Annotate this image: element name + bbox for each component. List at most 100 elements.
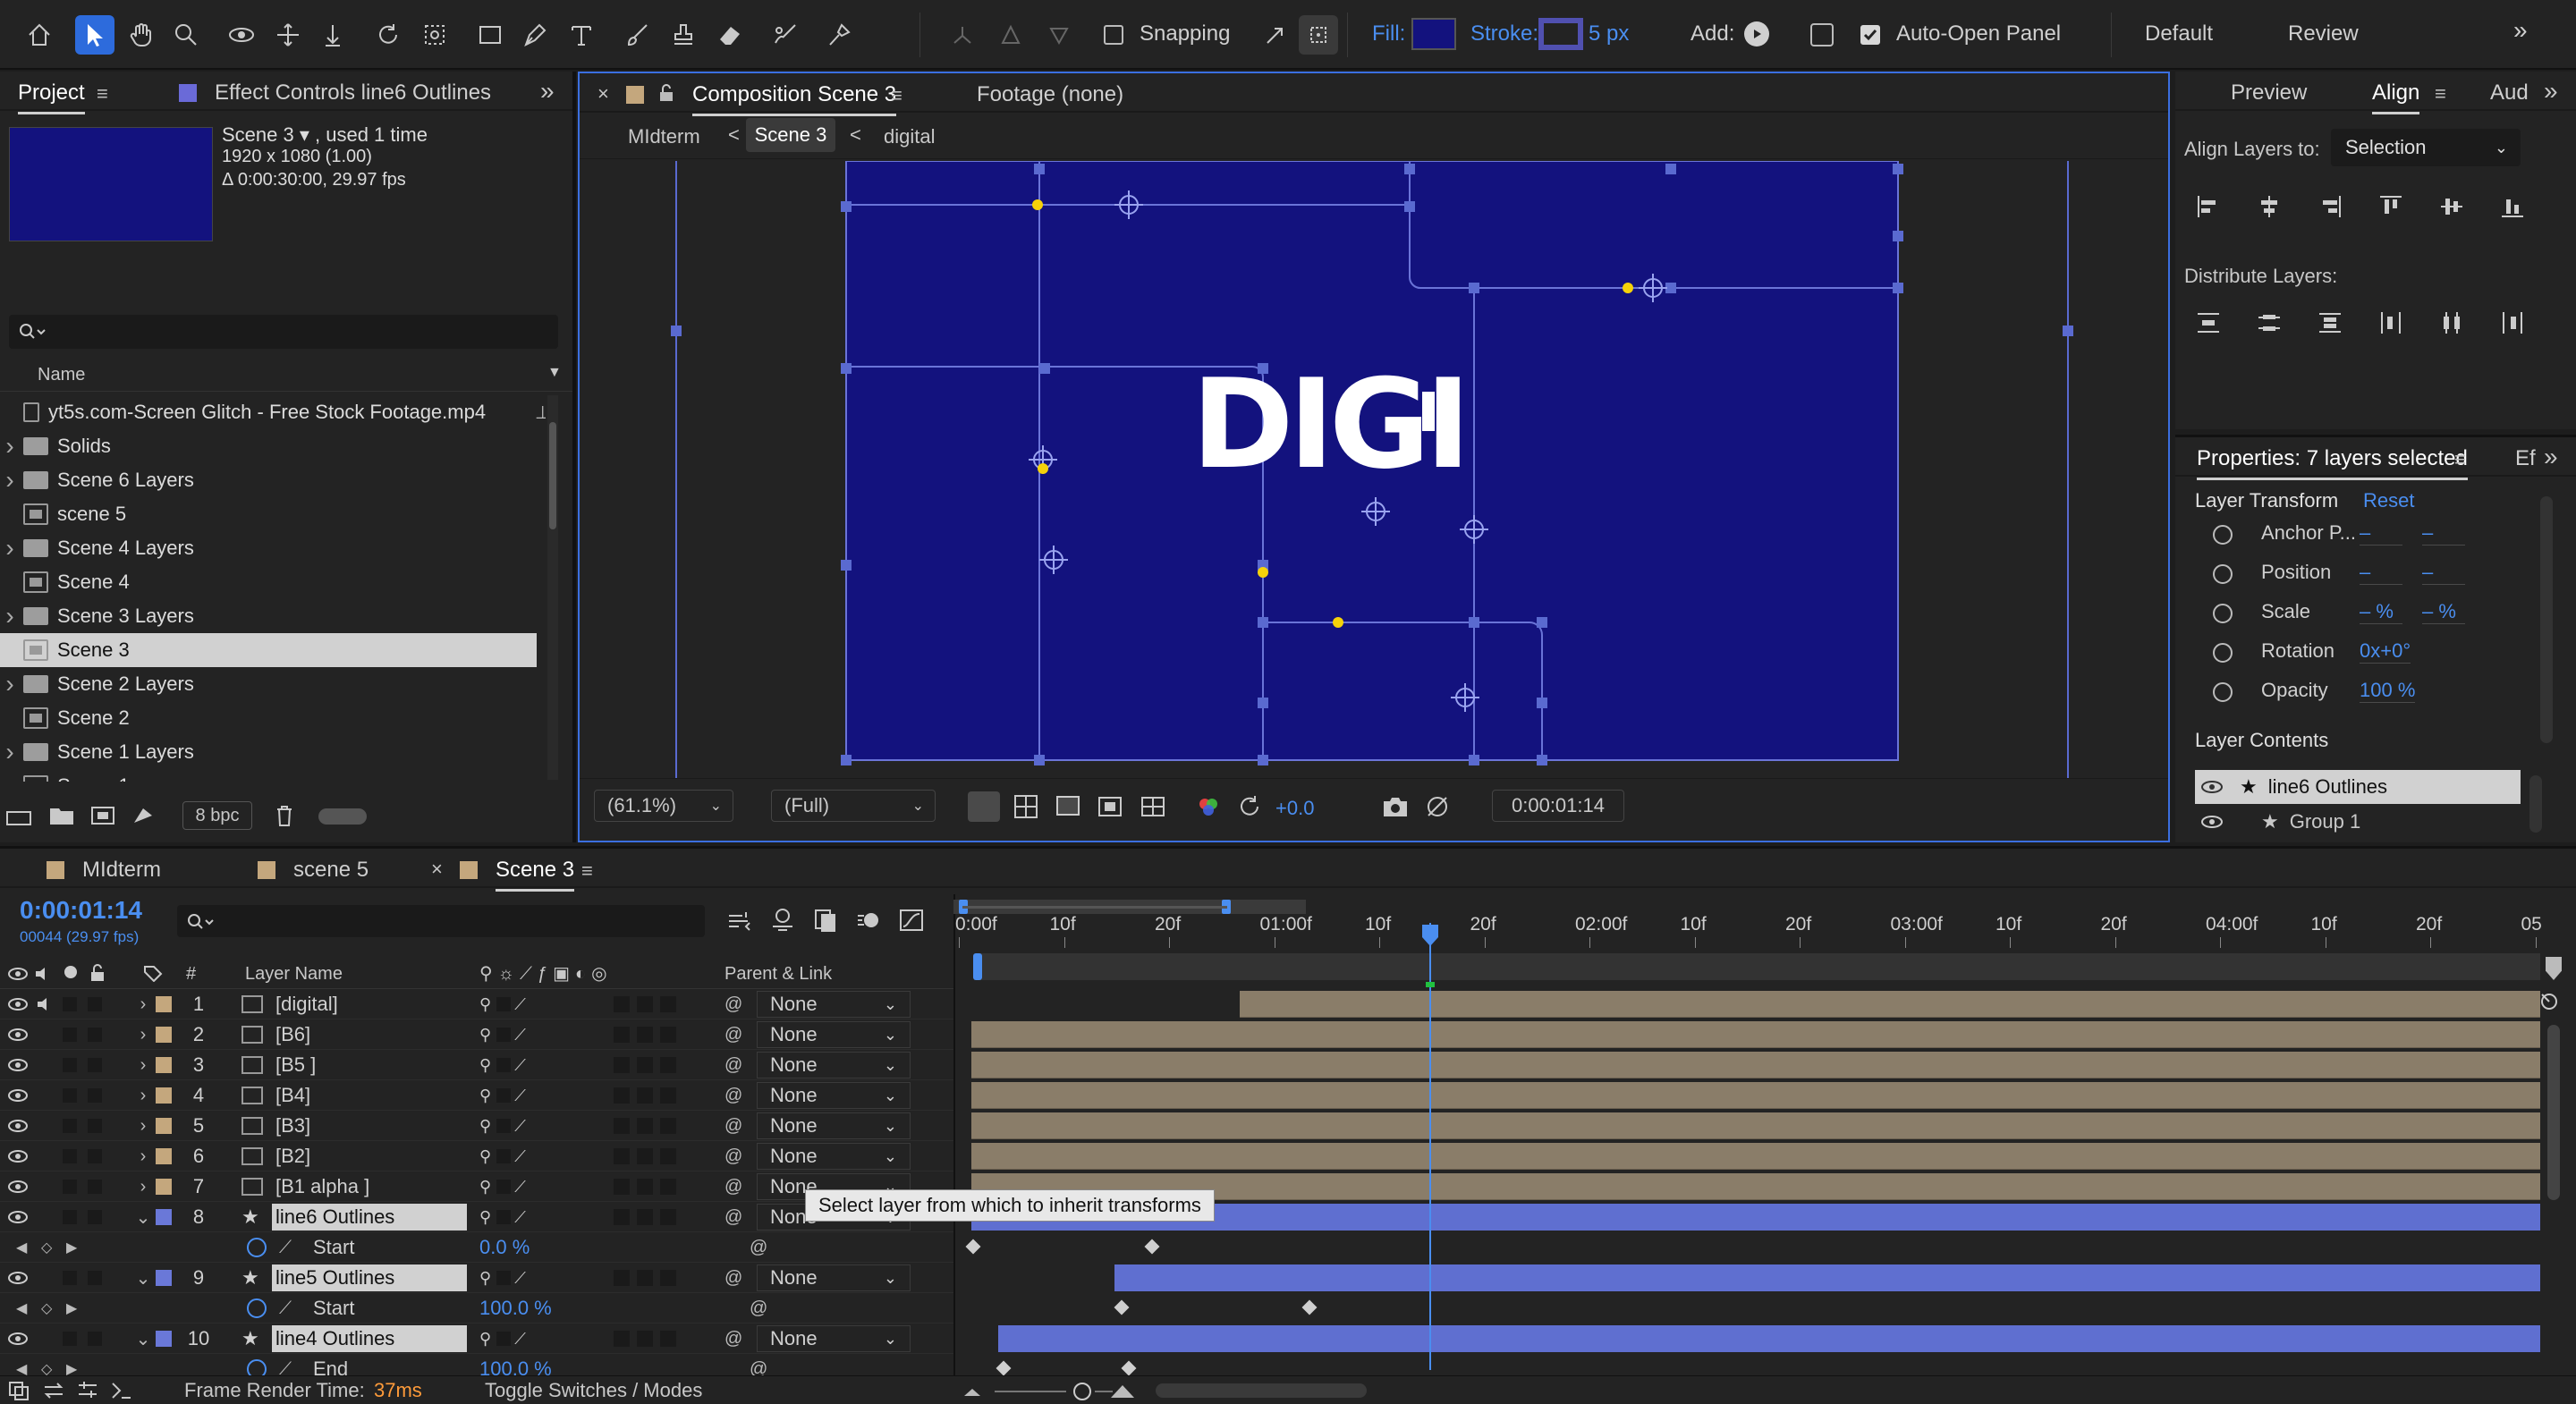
twirl-arrow-icon[interactable]: ⌄ bbox=[134, 1263, 152, 1293]
stopwatch-icon[interactable] bbox=[2213, 525, 2233, 545]
add-keyframe-icon[interactable]: ◇ bbox=[41, 1354, 52, 1375]
tab-midterm[interactable]: MIdterm bbox=[82, 858, 161, 883]
prev-keyframe-icon[interactable]: ◀ bbox=[16, 1354, 27, 1375]
project-item[interactable]: › Scene 6 Layers bbox=[0, 463, 537, 497]
layer-name[interactable]: [B2] bbox=[272, 1143, 467, 1170]
distribute-bottom-icon[interactable] bbox=[2317, 309, 2343, 336]
lock-toggle[interactable] bbox=[88, 1088, 102, 1103]
align-right-icon[interactable] bbox=[2317, 193, 2343, 220]
layer-switches[interactable]: ⚲ ⟋ bbox=[479, 1111, 528, 1141]
twirl-arrow-icon[interactable]: › bbox=[134, 1050, 152, 1080]
parent-dropdown[interactable]: None ⌄ bbox=[757, 1264, 911, 1291]
property-row[interactable]: ◀ ◇ ▶ ⟋ End 100.0 % @ bbox=[0, 1354, 953, 1375]
mode-switch-3[interactable] bbox=[660, 1027, 676, 1043]
comp-timecode[interactable]: 0:00:01:14 bbox=[1492, 790, 1624, 822]
eraser-tool-icon[interactable] bbox=[710, 15, 750, 55]
mode-switch-1[interactable] bbox=[614, 1027, 630, 1043]
snap-target-icon[interactable] bbox=[1299, 15, 1338, 55]
next-keyframe-icon[interactable]: ▶ bbox=[66, 1354, 77, 1375]
tab-menu-icon[interactable]: ≡ bbox=[97, 82, 108, 106]
solo-col-icon[interactable] bbox=[64, 966, 77, 978]
orbit-tool-icon[interactable] bbox=[222, 15, 261, 55]
expand-arrow-icon[interactable]: › bbox=[0, 670, 20, 698]
trash-icon[interactable] bbox=[274, 803, 295, 828]
track-matte-icon[interactable] bbox=[2538, 991, 2560, 1012]
region-of-interest-icon[interactable] bbox=[1097, 793, 1123, 820]
new-folder-icon[interactable] bbox=[48, 805, 75, 826]
frame-blending-icon[interactable] bbox=[812, 907, 839, 934]
label-color-swatch[interactable] bbox=[156, 1179, 172, 1195]
thumbnail-slider[interactable] bbox=[318, 808, 367, 825]
parent-dropdown[interactable]: None ⌄ bbox=[757, 1052, 911, 1078]
layer-duration-bar[interactable] bbox=[971, 1082, 2540, 1109]
pick-whip-icon[interactable]: @ bbox=[724, 1202, 742, 1232]
zoom-dropdown[interactable]: (61.1%) ⌄ bbox=[594, 790, 733, 822]
mode-switch-2[interactable] bbox=[637, 1209, 653, 1225]
add-keyframe-icon[interactable]: ◇ bbox=[41, 1232, 52, 1263]
close-tab-icon[interactable]: × bbox=[597, 82, 609, 106]
transform-prop-value[interactable]: 0x+0° bbox=[2360, 639, 2411, 664]
eye-icon-2[interactable] bbox=[2199, 812, 2225, 832]
video-col-icon[interactable] bbox=[7, 966, 29, 982]
fill-swatch[interactable] bbox=[1411, 18, 1456, 50]
align-left-icon[interactable] bbox=[2195, 193, 2222, 220]
toggle-switches-modes[interactable]: Toggle Switches / Modes bbox=[485, 1379, 702, 1402]
column-name[interactable]: Name bbox=[38, 365, 85, 385]
mode-switch-2[interactable] bbox=[637, 1179, 653, 1195]
snap-axis-icon[interactable] bbox=[943, 15, 982, 55]
add-keyframe-icon[interactable]: ◇ bbox=[41, 1293, 52, 1324]
expand-arrow-icon[interactable]: › bbox=[0, 602, 20, 630]
project-search-input[interactable] bbox=[9, 315, 558, 349]
pick-whip-icon[interactable]: @ bbox=[724, 1141, 742, 1171]
pen-tool-icon[interactable] bbox=[515, 15, 555, 55]
expression-pick-icon[interactable]: @ bbox=[750, 1293, 767, 1324]
layer-duration-bar[interactable] bbox=[971, 1112, 2540, 1139]
mode-switch-3[interactable] bbox=[660, 996, 676, 1012]
tab-align[interactable]: Align bbox=[2372, 80, 2420, 114]
playhead-line[interactable] bbox=[1429, 923, 1431, 1370]
tab-effects[interactable]: Ef bbox=[2515, 446, 2536, 471]
layer-name[interactable]: [B4] bbox=[272, 1082, 467, 1109]
graph-editor-icon[interactable] bbox=[898, 907, 925, 934]
pick-whip-icon[interactable]: @ bbox=[724, 1263, 742, 1293]
timeline-hscrollbar[interactable] bbox=[1156, 1383, 1367, 1398]
resolution-dropdown[interactable]: (Full) ⌄ bbox=[771, 790, 936, 822]
parent-dropdown[interactable]: None ⌄ bbox=[757, 1325, 911, 1352]
label-color-swatch[interactable] bbox=[156, 1148, 172, 1164]
project-item[interactable]: › Scene 2 Layers bbox=[0, 667, 537, 701]
next-keyframe-icon[interactable]: ▶ bbox=[66, 1293, 77, 1324]
tab-composition[interactable]: Composition Scene 3 bbox=[692, 82, 897, 116]
mode-switch-2[interactable] bbox=[637, 1057, 653, 1073]
expand-arrow-icon[interactable]: › bbox=[0, 432, 20, 461]
layer-name[interactable]: line4 Outlines bbox=[272, 1325, 467, 1352]
reset-exposure-icon[interactable] bbox=[1236, 793, 1263, 820]
pick-whip-icon[interactable]: @ bbox=[724, 1111, 742, 1141]
show-snapshot-icon[interactable] bbox=[1424, 793, 1451, 820]
mode-switch-2[interactable] bbox=[637, 1270, 653, 1286]
type-tool-icon[interactable] bbox=[562, 15, 601, 55]
expand-arrow-icon[interactable]: › bbox=[0, 466, 20, 495]
contents-item-selected[interactable]: ★ line6 Outlines bbox=[2195, 770, 2521, 804]
eye-icon[interactable] bbox=[7, 1118, 29, 1134]
expression-pick-icon[interactable]: @ bbox=[750, 1354, 767, 1376]
auto-open-checkbox[interactable] bbox=[1860, 25, 1880, 45]
pick-whip-icon[interactable]: @ bbox=[724, 1019, 742, 1050]
reset-link[interactable]: Reset bbox=[2363, 489, 2414, 512]
lock-toggle[interactable] bbox=[88, 1210, 102, 1224]
distribute-vcenter-icon[interactable] bbox=[2256, 309, 2283, 336]
render-icon[interactable] bbox=[7, 1380, 32, 1401]
properties-scrollbar[interactable] bbox=[2540, 496, 2553, 743]
solo-toggle[interactable] bbox=[63, 1028, 77, 1042]
project-item[interactable]: Scene 1 bbox=[0, 769, 537, 782]
layer-name[interactable]: [B1 alpha ] bbox=[272, 1173, 467, 1200]
work-area-track[interactable] bbox=[973, 953, 2540, 980]
solo-toggle[interactable] bbox=[63, 1332, 77, 1346]
mode-switch-2[interactable] bbox=[637, 1148, 653, 1164]
layer-switches[interactable]: ⚲ ⟋ bbox=[479, 1050, 528, 1080]
layer-switches[interactable]: ⚲ ⟋ bbox=[479, 1324, 528, 1354]
mode-switch-3[interactable] bbox=[660, 1148, 676, 1164]
label-color-swatch[interactable] bbox=[156, 1057, 172, 1073]
layer-row[interactable]: › 2 [B6] ⚲ ⟋ @ None ⌄ bbox=[0, 1019, 953, 1050]
graph-icon[interactable]: ⟋ bbox=[279, 1232, 292, 1263]
rectangle-tool-icon[interactable] bbox=[470, 15, 510, 55]
